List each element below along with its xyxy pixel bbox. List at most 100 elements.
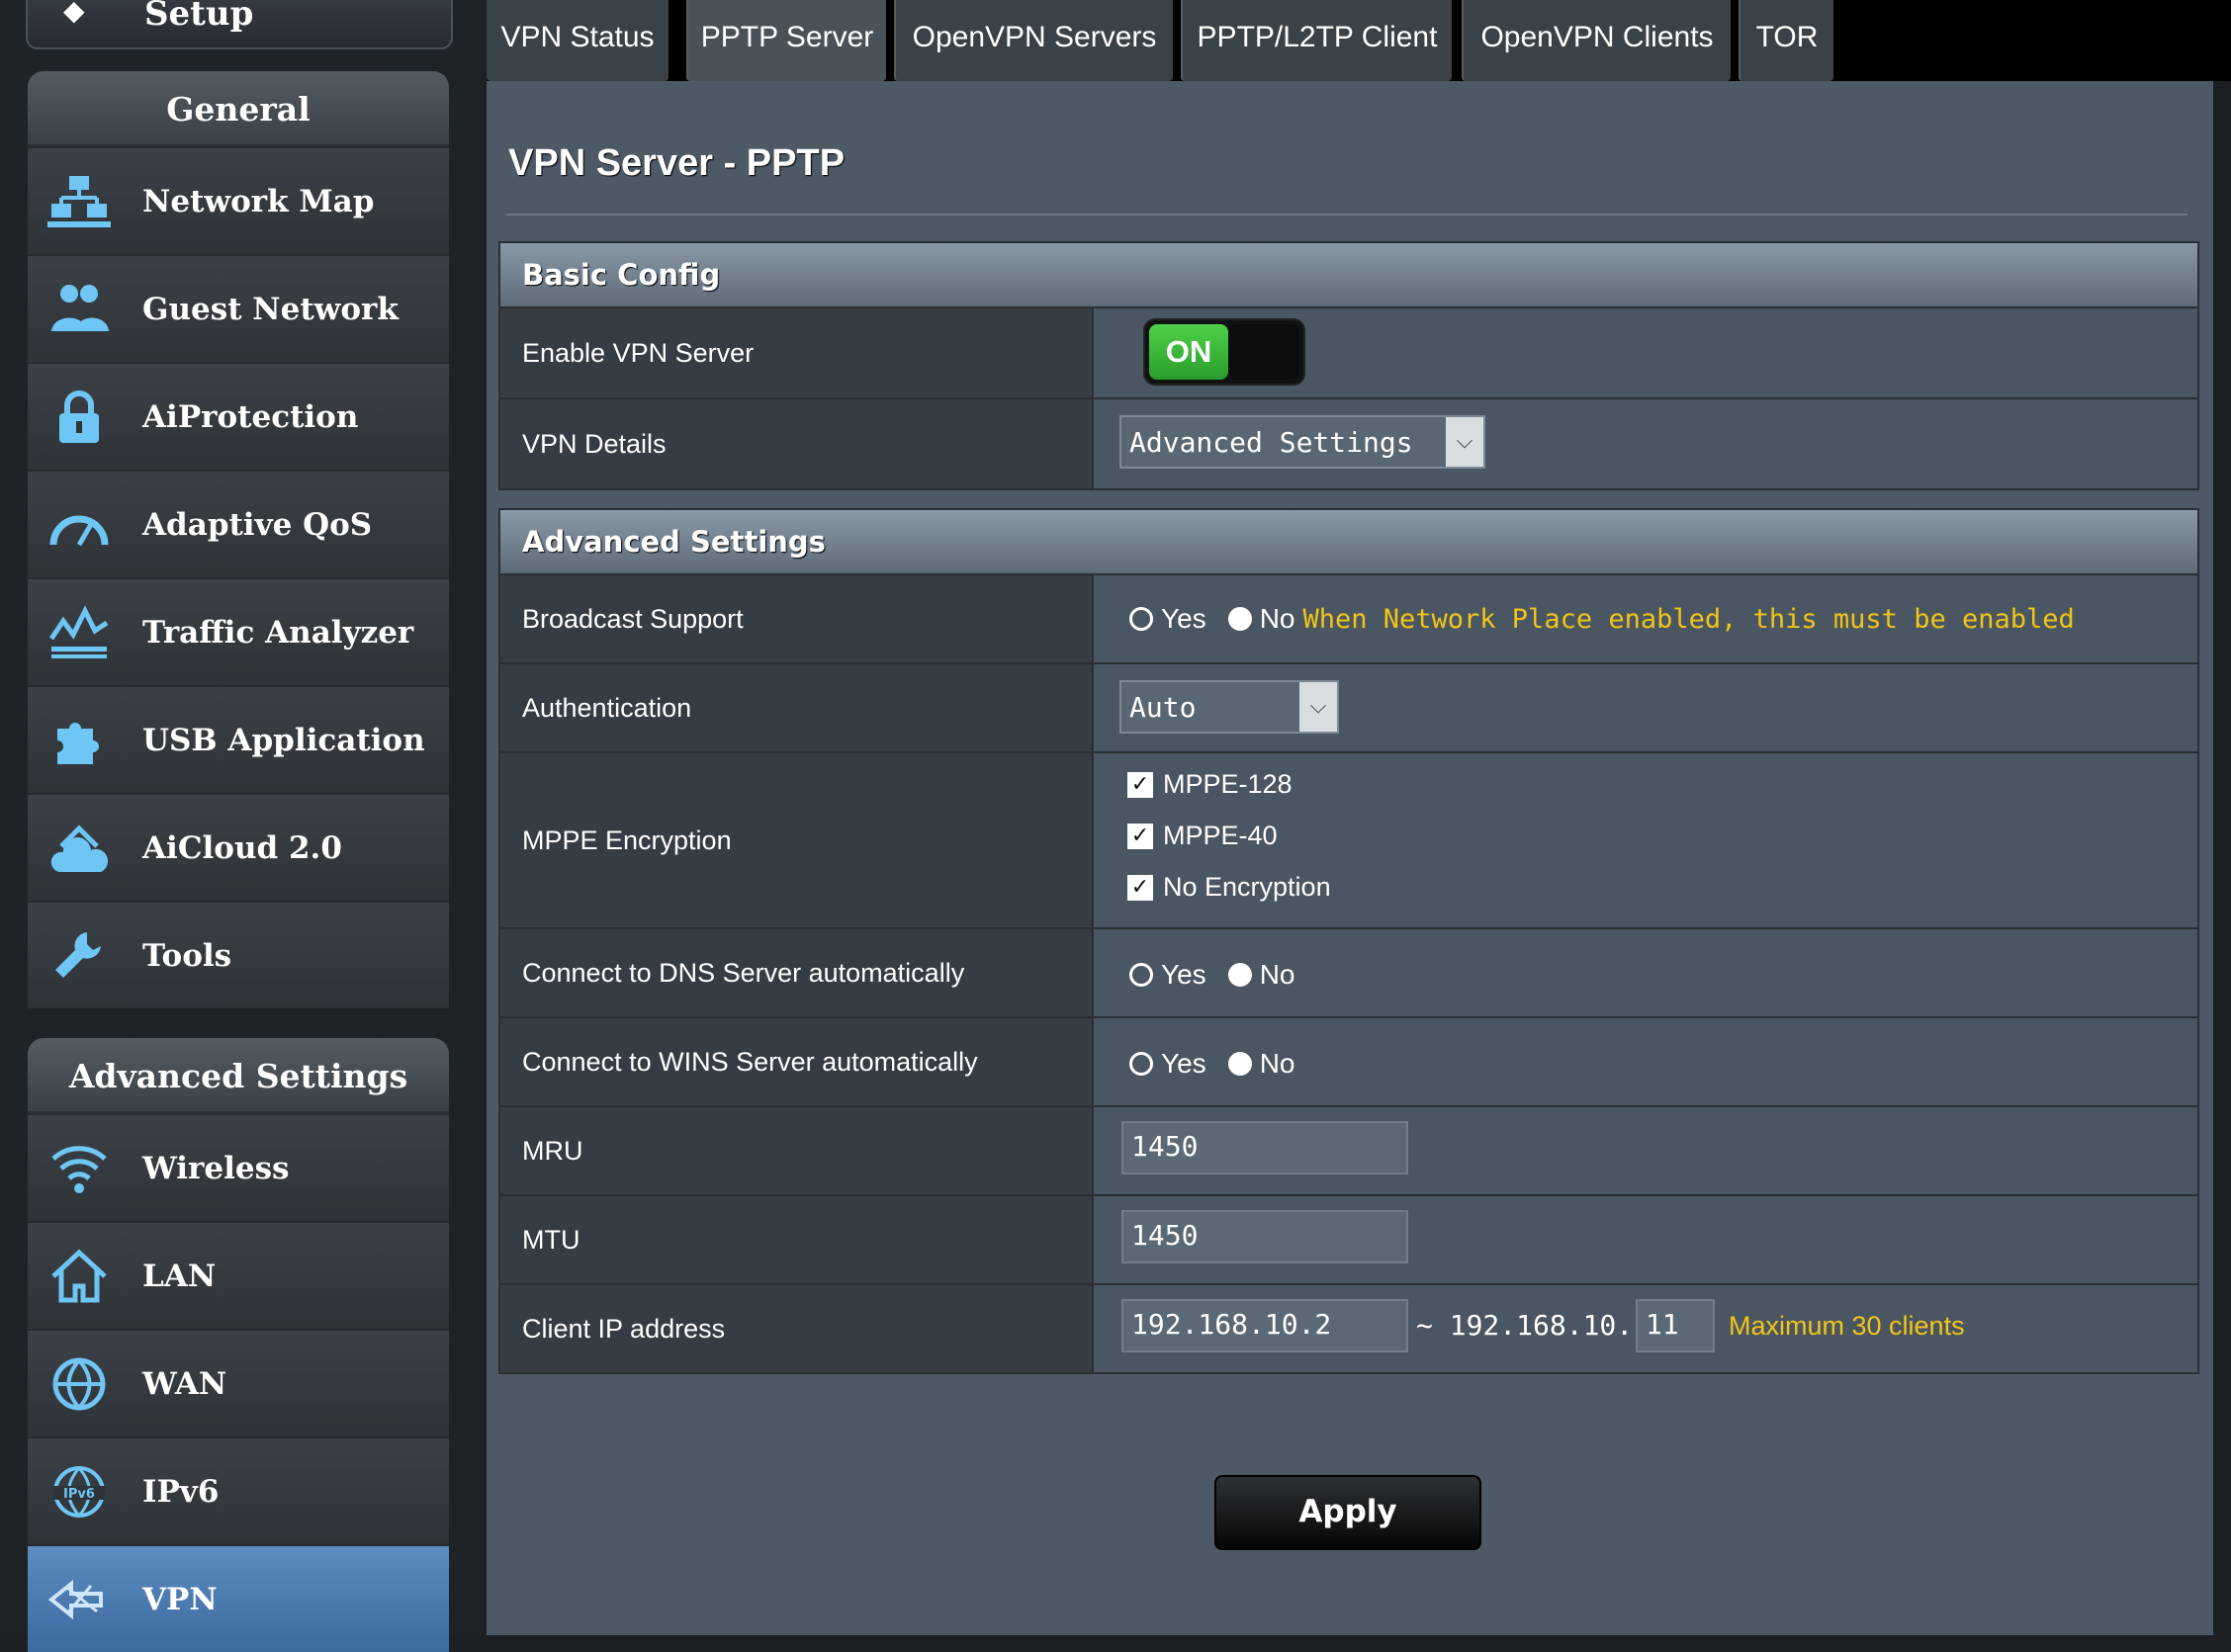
vpn-details-value: Advanced Settings: [1129, 426, 1413, 459]
sidebar-item-aicloud[interactable]: AiCloud 2.0: [28, 793, 449, 901]
client-ip-end-prefix: ~ 192.168.10.: [1416, 1309, 1634, 1342]
wins-radio-group: Yes No: [1129, 1048, 1316, 1080]
broadcast-no-radio[interactable]: [1227, 607, 1252, 631]
tab-pptp-server[interactable]: PPTP Server: [686, 0, 886, 81]
svg-text:IPv6: IPv6: [63, 1487, 95, 1502]
sidebar-item-label: WAN: [142, 1366, 227, 1402]
sidebar: ◆ Setup General Network Map Guest Networ…: [0, 0, 483, 1652]
general-menu: General Network Map Guest Network AiProt…: [28, 71, 449, 1008]
setup-label: Setup: [144, 0, 254, 34]
broadcast-note: When Network Place enabled, this must be…: [1302, 603, 2075, 635]
basic-config-header: Basic Config: [500, 243, 2197, 306]
lock-icon: [59, 391, 99, 443]
page-title: VPN Server - PPTP: [508, 142, 846, 184]
tab-openvpn-clients[interactable]: OpenVPN Clients: [1462, 0, 1731, 81]
toggle-knob: [1228, 324, 1299, 380]
client-ip-end-input[interactable]: 11: [1636, 1299, 1715, 1352]
mppe-label: MPPE Encryption: [500, 753, 1094, 927]
sidebar-item-label: Wireless: [142, 1151, 290, 1186]
ipv6-globe-icon: IPv6: [53, 1466, 105, 1518]
general-header: General: [28, 71, 449, 146]
advanced-header: Advanced Settings: [28, 1038, 449, 1113]
tab-pptp-l2tp-client[interactable]: PPTP/L2TP Client: [1181, 0, 1452, 81]
sidebar-item-ipv6[interactable]: IPv6 IPv6: [28, 1436, 449, 1544]
broadcast-no-label: No: [1259, 603, 1295, 634]
sidebar-item-adaptive-qos[interactable]: Adaptive QoS: [28, 470, 449, 577]
wins-yes-radio[interactable]: [1129, 1052, 1153, 1076]
advanced-menu: Advanced Settings Wireless LAN WAN IPv6 …: [28, 1038, 449, 1652]
gauge-icon: [49, 515, 109, 547]
dns-label: Connect to DNS Server automatically: [500, 929, 1094, 1016]
sidebar-item-vpn[interactable]: VPN: [28, 1544, 449, 1652]
guest-network-icon: [51, 285, 109, 331]
mppe-40-label: MPPE-40: [1163, 821, 1278, 850]
mru-row: MRU 1450: [500, 1105, 2197, 1194]
mppe-128-label: MPPE-128: [1163, 769, 1293, 799]
mppe-row: MPPE Encryption ✓ MPPE-128 ✓ MPPE-40 ✓ N…: [500, 751, 2197, 927]
sidebar-item-traffic-analyzer[interactable]: Traffic Analyzer: [28, 577, 449, 685]
no-encryption-label: No Encryption: [1163, 872, 1331, 902]
no-encryption-option: ✓ No Encryption: [1127, 872, 1331, 903]
dns-yes-label: Yes: [1161, 959, 1206, 990]
advanced-settings-section: Advanced Settings Broadcast Support Yes …: [498, 508, 2199, 1374]
sidebar-item-label: Traffic Analyzer: [142, 615, 414, 651]
broadcast-row: Broadcast Support Yes No When Network Pl…: [500, 573, 2197, 662]
broadcast-yes-label: Yes: [1161, 603, 1206, 634]
sidebar-item-network-map[interactable]: Network Map: [28, 146, 449, 254]
vpn-details-select[interactable]: Advanced Settings ⌵: [1119, 415, 1485, 469]
sidebar-item-tools[interactable]: Tools: [28, 901, 449, 1008]
home-icon: [51, 1249, 107, 1303]
max-clients-note: Maximum 30 clients: [1729, 1311, 1965, 1341]
authentication-label: Authentication: [500, 664, 1094, 751]
sidebar-item-aiprotection[interactable]: AiProtection: [28, 362, 449, 470]
client-ip-start-input[interactable]: 192.168.10.2: [1121, 1299, 1408, 1352]
mru-label: MRU: [500, 1107, 1094, 1194]
client-ip-row: Client IP address 192.168.10.2 ~ 192.168…: [500, 1283, 2197, 1372]
tab-vpn-status[interactable]: VPN Status: [487, 0, 669, 81]
sidebar-item-usb-application[interactable]: USB Application: [28, 685, 449, 793]
broadcast-label: Broadcast Support: [500, 575, 1094, 662]
vpn-details-label: VPN Details: [500, 399, 1094, 488]
advanced-settings-header: Advanced Settings: [500, 510, 2197, 573]
sidebar-item-wan[interactable]: WAN: [28, 1329, 449, 1436]
puzzle-icon: [57, 723, 99, 764]
basic-config-section: Basic Config Enable VPN Server ON VPN De…: [498, 241, 2199, 490]
authentication-select[interactable]: Auto ⌵: [1119, 680, 1339, 734]
mru-input[interactable]: 1450: [1121, 1121, 1408, 1174]
mppe-40-checkbox[interactable]: ✓: [1127, 823, 1153, 849]
tab-openvpn-servers[interactable]: OpenVPN Servers: [894, 0, 1173, 81]
sidebar-item-label: AiCloud 2.0: [142, 830, 342, 866]
sidebar-item-label: LAN: [142, 1259, 217, 1294]
no-encryption-checkbox[interactable]: ✓: [1127, 874, 1153, 901]
tab-tor[interactable]: TOR: [1739, 0, 1833, 81]
enable-vpn-toggle[interactable]: ON: [1145, 320, 1303, 384]
dns-row: Connect to DNS Server automatically Yes …: [500, 927, 2197, 1016]
mtu-label: MTU: [500, 1196, 1094, 1283]
globe-icon: [52, 1357, 106, 1411]
authentication-value: Auto: [1129, 691, 1197, 724]
wins-yes-label: Yes: [1161, 1048, 1206, 1079]
mtu-input[interactable]: 1450: [1121, 1210, 1408, 1263]
client-ip-label: Client IP address: [500, 1285, 1094, 1372]
sidebar-item-label: AiProtection: [142, 399, 359, 435]
dns-yes-radio[interactable]: [1129, 963, 1153, 987]
dns-no-radio[interactable]: [1227, 963, 1252, 987]
mppe-128-checkbox[interactable]: ✓: [1127, 771, 1153, 798]
enable-vpn-label: Enable VPN Server: [500, 308, 1094, 397]
chevron-down-icon: ⌵: [1446, 417, 1483, 467]
wifi-icon: [51, 1146, 107, 1193]
sidebar-item-lan[interactable]: LAN: [28, 1221, 449, 1329]
setup-icon: ◆: [63, 0, 85, 27]
broadcast-radio-group: Yes No When Network Place enabled, this …: [1129, 603, 2075, 635]
apply-button[interactable]: Apply: [1214, 1475, 1481, 1550]
dns-no-label: No: [1259, 959, 1295, 990]
sidebar-item-label: Adaptive QoS: [142, 507, 373, 543]
sidebar-item-wireless[interactable]: Wireless: [28, 1113, 449, 1221]
sidebar-item-guest-network[interactable]: Guest Network: [28, 254, 449, 362]
quick-setup-tab[interactable]: ◆ Setup: [26, 0, 453, 49]
chevron-down-icon: ⌵: [1299, 682, 1337, 732]
tab-bar: VPN Status PPTP Server OpenVPN Servers P…: [487, 0, 2231, 81]
title-divider: [506, 214, 2187, 216]
broadcast-yes-radio[interactable]: [1129, 607, 1153, 631]
wins-no-radio[interactable]: [1227, 1052, 1252, 1076]
